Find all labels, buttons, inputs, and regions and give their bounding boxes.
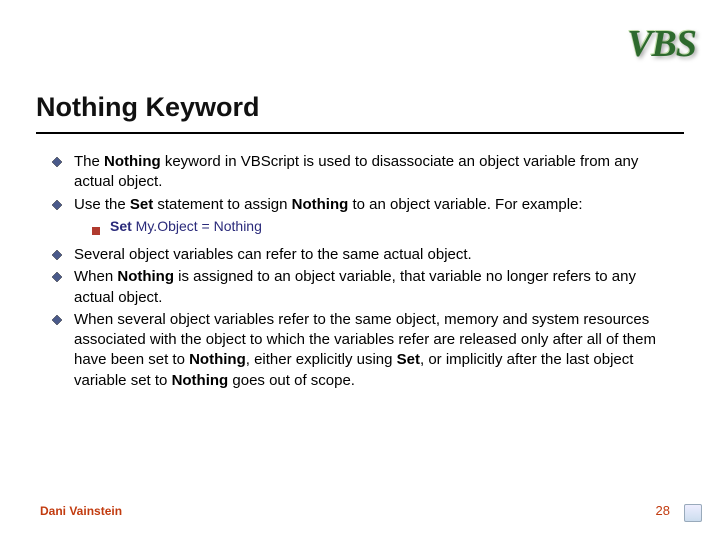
- bullet-item: When several object variables refer to t…: [52, 310, 670, 391]
- bullet-text: Use the Set statement to assign Nothing …: [74, 195, 670, 215]
- bullet-item: Several object variables can refer to th…: [52, 245, 670, 265]
- bullet-item: Use the Set statement to assign Nothing …: [52, 195, 670, 215]
- sub-bullet-text: Set My.Object = Nothing: [110, 217, 670, 236]
- footer-author: Dani Vainstein: [40, 504, 122, 518]
- bullet-text: When several object variables refer to t…: [74, 310, 670, 391]
- diamond-bullet-icon: [52, 245, 74, 260]
- bullet-text: When Nothing is assigned to an object va…: [74, 267, 670, 308]
- sub-bullet-item: Set My.Object = Nothing: [92, 217, 670, 241]
- bullet-item: When Nothing is assigned to an object va…: [52, 267, 670, 308]
- slide-title: Nothing Keyword: [36, 92, 260, 123]
- slide-body: The Nothing keyword in VBScript is used …: [52, 152, 670, 393]
- title-underline: [36, 132, 684, 134]
- diamond-bullet-icon: [52, 195, 74, 210]
- footer-page-number: 28: [656, 503, 670, 518]
- vbs-logo: VBS: [627, 22, 696, 66]
- footer-decor-icon: [684, 504, 702, 522]
- diamond-bullet-icon: [52, 152, 74, 167]
- square-bullet-icon: [92, 217, 110, 241]
- diamond-bullet-icon: [52, 267, 74, 282]
- diamond-bullet-icon: [52, 310, 74, 325]
- bullet-text: The Nothing keyword in VBScript is used …: [74, 152, 670, 193]
- bullet-text: Several object variables can refer to th…: [74, 245, 670, 265]
- bullet-item: The Nothing keyword in VBScript is used …: [52, 152, 670, 193]
